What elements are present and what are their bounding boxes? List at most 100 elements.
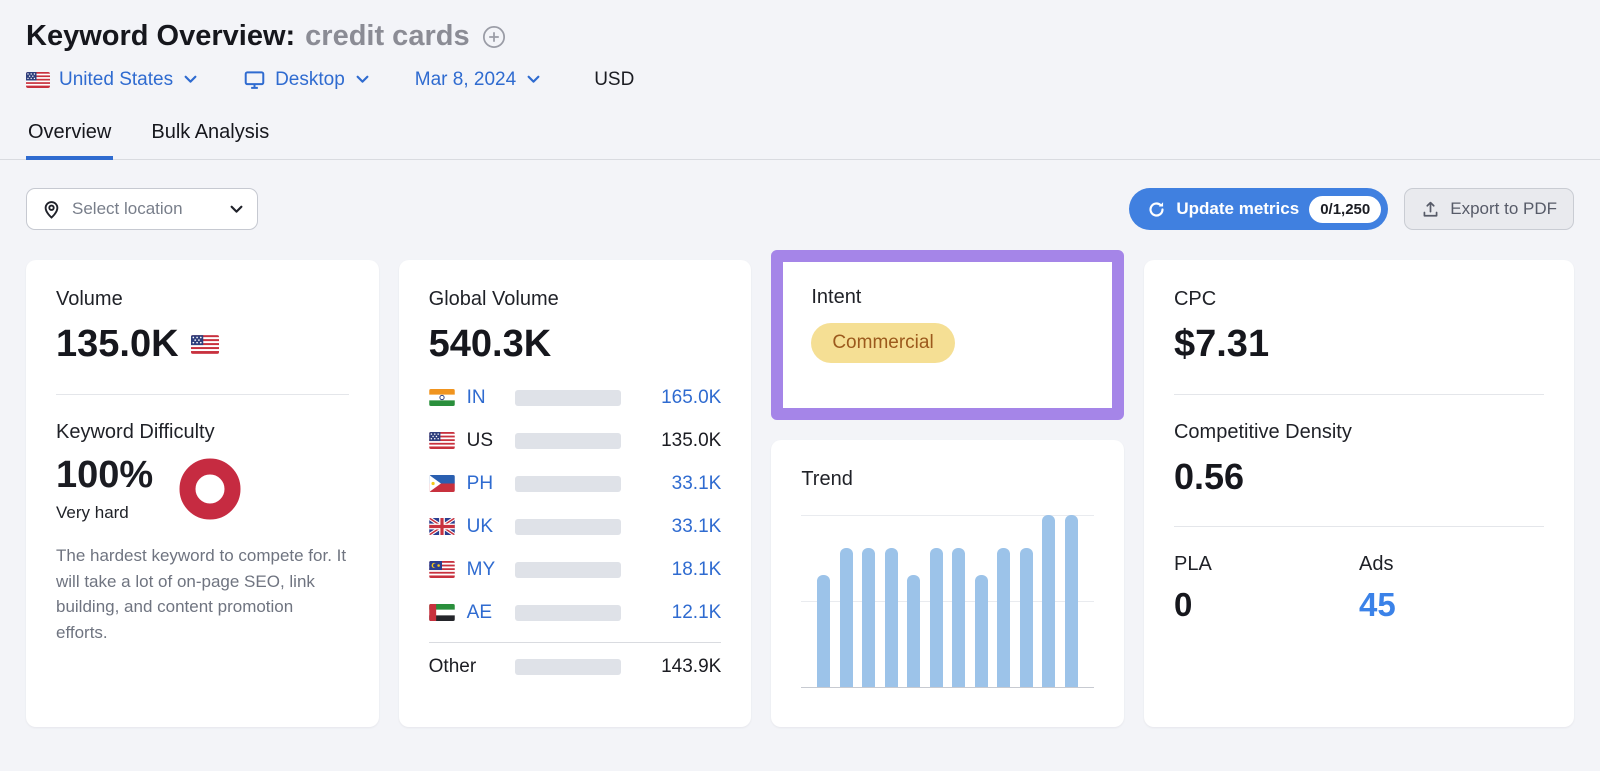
- tab-overview[interactable]: Overview: [26, 115, 113, 159]
- divider: [1174, 526, 1544, 527]
- country-volume-value[interactable]: 18.1K: [672, 559, 722, 581]
- trend-bar: [817, 575, 830, 687]
- divider: [1174, 394, 1544, 395]
- country-code-link[interactable]: UK: [467, 516, 515, 538]
- trend-bars: [801, 515, 1094, 687]
- toolbar: Select location Update metrics 0/1,250: [26, 188, 1574, 230]
- trend-bar: [1065, 515, 1078, 687]
- country-volume-bar: [515, 433, 621, 449]
- other-volume-bar: [515, 659, 621, 675]
- export-to-pdf-label: Export to PDF: [1450, 199, 1557, 219]
- intent-card: Intent Commercial: [783, 262, 1112, 387]
- cpc-title: CPC: [1174, 288, 1544, 311]
- trend-bar: [930, 548, 943, 687]
- volume-value: 135.0K: [56, 323, 179, 366]
- intent-highlight-box: Intent Commercial: [771, 250, 1124, 420]
- location-dropdown[interactable]: United States: [26, 69, 197, 91]
- location-pin-icon: [41, 199, 62, 220]
- country-code-link[interactable]: PH: [467, 473, 515, 495]
- country-volume-bar: [515, 562, 621, 578]
- chevron-down-icon: [184, 75, 197, 84]
- keyword-difficulty-title: Keyword Difficulty: [56, 421, 349, 444]
- device-dropdown-label: Desktop: [275, 69, 345, 91]
- chevron-down-icon: [356, 75, 369, 84]
- update-metrics-button[interactable]: Update metrics 0/1,250: [1129, 188, 1388, 230]
- page-title: Keyword Overview:: [26, 20, 295, 53]
- ads-value[interactable]: 45: [1359, 586, 1544, 624]
- competitive-density-value: 0.56: [1174, 456, 1244, 498]
- global-volume-rows: IN 165.0K US 135.0K PH 33.1K UK 33.1K MY 18.1K AE 1…: [429, 376, 722, 634]
- kd-donut: [179, 458, 241, 520]
- uk-flag-icon: [429, 518, 455, 535]
- ae-flag-icon: [429, 604, 455, 621]
- date-dropdown[interactable]: Mar 8, 2024: [415, 69, 540, 91]
- trend-card: Trend: [771, 440, 1124, 727]
- currency-label: USD: [594, 69, 634, 91]
- other-label: Other: [429, 656, 515, 678]
- metrics-grid: Volume 135.0K Keyword Difficulty 100% Ve…: [26, 260, 1574, 727]
- trend-bar: [952, 548, 965, 687]
- page-keyword: credit cards: [305, 20, 469, 53]
- keyword-difficulty-value: 100%: [56, 454, 153, 497]
- tab-bulk-analysis[interactable]: Bulk Analysis: [149, 115, 271, 159]
- intent-trend-column: Intent Commercial Trend: [771, 260, 1124, 727]
- trend-title: Trend: [801, 468, 1094, 491]
- country-volume-bar: [515, 390, 621, 406]
- ads-title: Ads: [1359, 553, 1544, 576]
- export-icon: [1421, 200, 1440, 219]
- my-flag-icon: [429, 561, 455, 578]
- intent-badge[interactable]: Commercial: [811, 323, 954, 363]
- cpc-value: $7.31: [1174, 323, 1269, 366]
- global-volume-row: PH 33.1K: [429, 462, 722, 505]
- ph-flag-icon: [429, 475, 455, 492]
- global-volume-row: IN 165.0K: [429, 376, 722, 419]
- location-dropdown-label: United States: [59, 69, 173, 91]
- trend-bar: [1042, 515, 1055, 687]
- country-code-link[interactable]: MY: [467, 559, 515, 581]
- select-location-dropdown[interactable]: Select location: [26, 188, 258, 230]
- global-volume-value: 540.3K: [429, 323, 552, 366]
- chevron-down-icon: [230, 205, 243, 214]
- update-metrics-count-badge: 0/1,250: [1309, 196, 1381, 223]
- country-volume-value[interactable]: 12.1K: [672, 602, 722, 624]
- pla-title: PLA: [1174, 553, 1359, 576]
- trend-bar: [997, 548, 1010, 687]
- trend-bar: [862, 548, 875, 687]
- global-volume-other-row: Other 143.9K: [429, 643, 722, 691]
- competitive-density-title: Competitive Density: [1174, 421, 1544, 444]
- volume-card: Volume 135.0K Keyword Difficulty 100% Ve…: [26, 260, 379, 727]
- chevron-down-icon: [527, 75, 540, 84]
- intent-title: Intent: [811, 286, 1084, 309]
- keyword-difficulty-label: Very hard: [56, 503, 153, 523]
- country-volume-value[interactable]: 165.0K: [661, 387, 721, 409]
- divider: [56, 394, 349, 395]
- global-volume-row: AE 12.1K: [429, 591, 722, 634]
- device-dropdown[interactable]: Desktop: [243, 68, 369, 91]
- country-volume-value[interactable]: 33.1K: [672, 473, 722, 495]
- us-flag-icon: [191, 335, 219, 354]
- trend-chart: [801, 515, 1094, 688]
- select-location-label: Select location: [72, 199, 183, 219]
- trend-bar: [885, 548, 898, 687]
- country-volume-value[interactable]: 33.1K: [672, 516, 722, 538]
- country-volume-value: 135.0K: [661, 430, 721, 452]
- add-keyword-icon[interactable]: [482, 25, 506, 49]
- export-to-pdf-button[interactable]: Export to PDF: [1404, 188, 1574, 230]
- refresh-icon: [1147, 200, 1166, 219]
- in-flag-icon: [429, 389, 455, 406]
- pla-value: 0: [1174, 586, 1359, 624]
- other-volume-value: 143.9K: [661, 656, 721, 678]
- trend-bar: [840, 548, 853, 687]
- volume-title: Volume: [56, 288, 349, 311]
- us-flag-icon: [429, 432, 455, 449]
- trend-bar: [1020, 548, 1033, 687]
- country-code-link: US: [467, 430, 515, 452]
- country-code-link[interactable]: AE: [467, 602, 515, 624]
- global-volume-title: Global Volume: [429, 288, 722, 311]
- global-volume-row: MY 18.1K: [429, 548, 722, 591]
- global-volume-row: US 135.0K: [429, 419, 722, 462]
- country-code-link[interactable]: IN: [467, 387, 515, 409]
- us-flag-icon: [26, 72, 50, 88]
- update-metrics-label: Update metrics: [1176, 199, 1299, 219]
- desktop-icon: [243, 68, 266, 91]
